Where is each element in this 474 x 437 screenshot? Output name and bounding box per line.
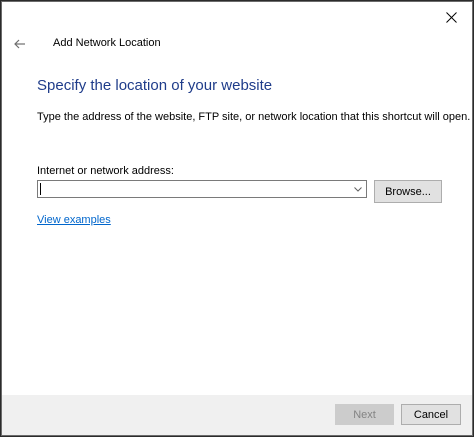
back-arrow-icon bbox=[14, 39, 25, 49]
page-description: Type the address of the website, FTP sit… bbox=[37, 111, 471, 123]
browse-button[interactable]: Browse... bbox=[374, 180, 442, 203]
add-network-location-window: Add Network Location Specify the locatio… bbox=[1, 1, 473, 436]
close-button[interactable] bbox=[436, 4, 466, 30]
close-icon bbox=[445, 11, 457, 23]
next-button[interactable]: Next bbox=[335, 404, 394, 425]
view-examples-link[interactable]: View examples bbox=[37, 214, 111, 226]
dialog-title: Add Network Location bbox=[53, 37, 161, 49]
cancel-button[interactable]: Cancel bbox=[401, 404, 461, 425]
page-heading: Specify the location of your website bbox=[37, 77, 273, 94]
chevron-down-icon bbox=[354, 186, 362, 192]
back-button[interactable] bbox=[9, 34, 31, 54]
address-dropdown-button[interactable] bbox=[351, 181, 365, 197]
text-caret bbox=[40, 183, 41, 195]
address-label: Internet or network address: bbox=[37, 165, 174, 177]
address-input[interactable] bbox=[38, 181, 351, 197]
address-combobox[interactable] bbox=[37, 180, 367, 198]
